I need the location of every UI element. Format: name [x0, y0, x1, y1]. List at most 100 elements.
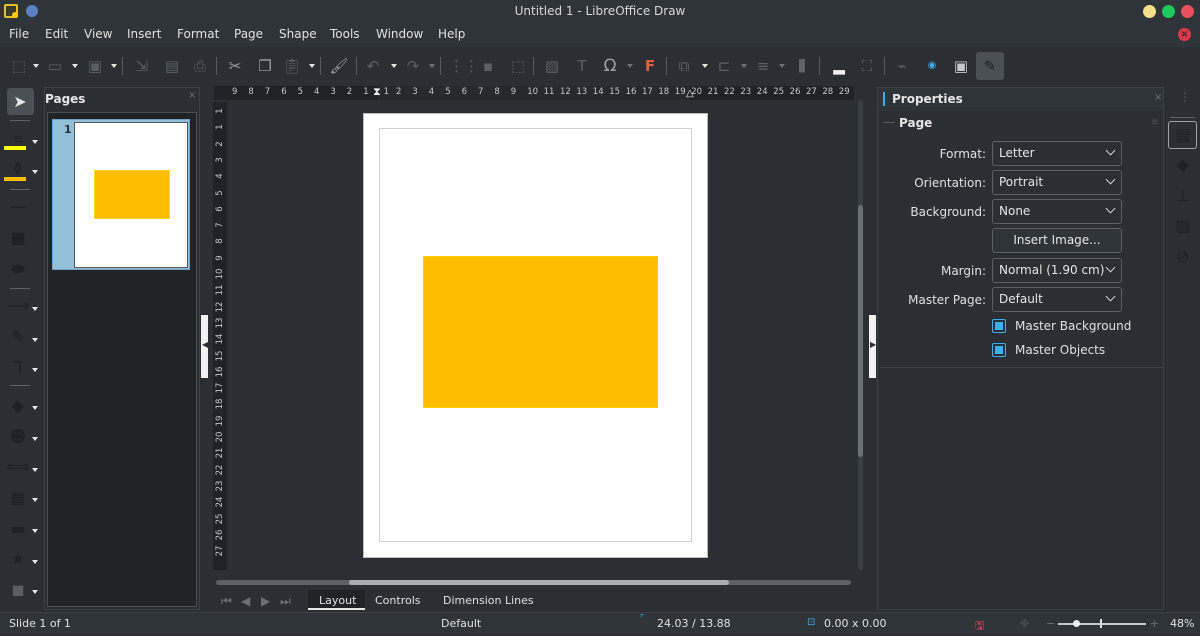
zoom-slider-handle[interactable]	[1073, 620, 1080, 627]
format-select[interactable]: Letter	[992, 141, 1122, 166]
zoom-in-button[interactable]: +	[1150, 617, 1159, 630]
basic-shapes-icon[interactable]: ◆	[6, 396, 30, 416]
3d-objects-icon[interactable]: ◼	[6, 580, 30, 600]
fill-color-icon[interactable]: ⚱	[6, 159, 30, 179]
maximize-button[interactable]	[1162, 5, 1175, 18]
callouts-dropdown[interactable]	[32, 529, 38, 533]
menu-format[interactable]: Format	[177, 27, 219, 41]
menu-file[interactable]: File	[9, 27, 29, 41]
next-page-icon[interactable]: ▶	[261, 594, 270, 608]
save-icon[interactable]: ▣	[84, 55, 106, 77]
open-icon[interactable]: ▭	[44, 55, 66, 77]
section-menu-icon[interactable]: ≡	[1151, 117, 1159, 128]
ellipse-icon[interactable]: ⬬	[6, 259, 30, 279]
sidebar-menu-icon[interactable]: ⋮	[1179, 90, 1191, 104]
flowchart-icon[interactable]: ▦	[6, 488, 30, 508]
export-icon[interactable]: ⇲	[131, 55, 153, 77]
zoom-level[interactable]: 48%	[1170, 617, 1194, 630]
properties-close-button[interactable]: ×	[1154, 92, 1162, 103]
connectors-icon[interactable]: ⅂	[6, 358, 30, 378]
arrange-dropdown[interactable]	[702, 64, 708, 68]
tab-controls[interactable]: Controls	[375, 594, 421, 607]
insert-image-button[interactable]: Insert Image...	[992, 228, 1122, 253]
first-page-icon[interactable]: ⏮	[221, 594, 232, 609]
shapes-icon[interactable]: ⊥	[1171, 184, 1195, 208]
symbol-shapes-icon[interactable]: ☻	[6, 427, 30, 447]
transformations-dropdown[interactable]	[33, 64, 39, 68]
arrange-icon[interactable]: ⧉	[673, 55, 695, 77]
special-character-dropdown[interactable]	[627, 64, 633, 68]
open-dropdown[interactable]	[72, 64, 78, 68]
clone-formatting-icon[interactable]: 🖌︎	[328, 55, 350, 77]
menu-edit[interactable]: Edit	[45, 27, 68, 41]
background-select[interactable]: None	[992, 199, 1122, 224]
symbol-shapes-dropdown[interactable]	[32, 437, 38, 441]
crop-icon[interactable]: ⬚	[507, 55, 529, 77]
print-icon[interactable]: ⎙	[189, 55, 211, 77]
menu-window[interactable]: Window	[376, 27, 423, 41]
master-objects-label[interactable]: Master Objects	[1015, 343, 1105, 357]
menu-help[interactable]: Help	[438, 27, 465, 41]
basic-shapes-dropdown[interactable]	[32, 406, 38, 410]
document-modified-icon[interactable]: 🖫︎	[975, 617, 984, 636]
crop-image-icon[interactable]: ⛶	[856, 55, 878, 77]
rectangle-icon[interactable]: ■	[6, 228, 30, 248]
page-section-title[interactable]: Page	[899, 116, 932, 130]
menu-tools[interactable]: Tools	[330, 27, 360, 41]
grid-icon[interactable]: ⋮⋮	[449, 55, 479, 77]
master-background-checkbox[interactable]	[992, 319, 1006, 333]
styles-icon[interactable]: ◆	[1171, 153, 1195, 177]
3d-objects-dropdown[interactable]	[32, 590, 38, 594]
helplines-icon[interactable]: ▪	[477, 55, 499, 77]
undo-icon[interactable]: ↶	[362, 55, 384, 77]
lines-arrows-icon[interactable]: ⟶	[6, 296, 30, 316]
redo-dropdown[interactable]	[429, 64, 435, 68]
menu-view[interactable]: View	[84, 27, 112, 41]
callouts-icon[interactable]: ▬	[6, 519, 30, 539]
left-indent-marker-icon[interactable]: ⧗	[373, 85, 381, 99]
master-page-select[interactable]: Default	[992, 287, 1122, 312]
zoom-slider[interactable]	[1058, 623, 1146, 625]
save-dropdown[interactable]	[111, 64, 117, 68]
navigator-icon[interactable]: ⊘	[1171, 245, 1195, 269]
vertical-scrollbar-thumb[interactable]	[858, 205, 863, 457]
paste-dropdown[interactable]	[309, 64, 315, 68]
distribute-dropdown[interactable]	[779, 64, 785, 68]
master-page-status[interactable]: Default	[441, 617, 481, 630]
block-arrows-dropdown[interactable]	[32, 468, 38, 472]
gallery-icon[interactable]: ▨	[1171, 214, 1195, 238]
cut-icon[interactable]: ✂	[224, 55, 246, 77]
master-objects-checkbox[interactable]	[992, 343, 1006, 357]
tab-dimension-lines[interactable]: Dimension Lines	[443, 594, 534, 607]
lines-arrows-dropdown[interactable]	[32, 307, 38, 311]
line-icon[interactable]: —	[6, 197, 30, 217]
minimize-button[interactable]	[1143, 5, 1156, 18]
shadow-icon[interactable]: ▂	[828, 55, 850, 77]
insert-image-icon[interactable]: ▨	[541, 55, 563, 77]
fit-page-icon[interactable]: ✥	[1020, 617, 1029, 630]
flowchart-dropdown[interactable]	[32, 498, 38, 502]
stars-icon[interactable]: ★	[6, 549, 30, 569]
fill-color-dropdown[interactable]	[32, 170, 38, 174]
curves-dropdown[interactable]	[32, 338, 38, 342]
menu-page[interactable]: Page	[234, 27, 263, 41]
horizontal-scrollbar-thumb[interactable]	[349, 580, 729, 585]
block-arrows-icon[interactable]: ⟺	[6, 457, 30, 477]
special-character-icon[interactable]: Ω	[599, 55, 621, 77]
redo-icon[interactable]: ↷	[402, 55, 424, 77]
3d-object-icon[interactable]: ▣	[950, 55, 972, 77]
master-background-label[interactable]: Master Background	[1015, 319, 1131, 333]
menu-shape[interactable]: Shape	[279, 27, 317, 41]
pages-panel-close-button[interactable]: ×	[188, 90, 196, 101]
right-margin-marker-icon[interactable]: △	[686, 88, 694, 99]
align-icon[interactable]: ⊏	[713, 55, 735, 77]
curves-polygons-icon[interactable]: ✎	[6, 327, 30, 347]
insert-textbox-icon[interactable]: T	[571, 55, 593, 77]
connectors-dropdown[interactable]	[32, 368, 38, 372]
copy-icon[interactable]: ❐	[254, 55, 276, 77]
rectangle-shape[interactable]	[423, 256, 658, 408]
orientation-select[interactable]: Portrait	[992, 170, 1122, 195]
fontwork-icon[interactable]: F	[639, 55, 661, 77]
close-window-button[interactable]	[1181, 5, 1194, 18]
select-to-distribute-icon[interactable]: ⫼	[791, 55, 813, 77]
